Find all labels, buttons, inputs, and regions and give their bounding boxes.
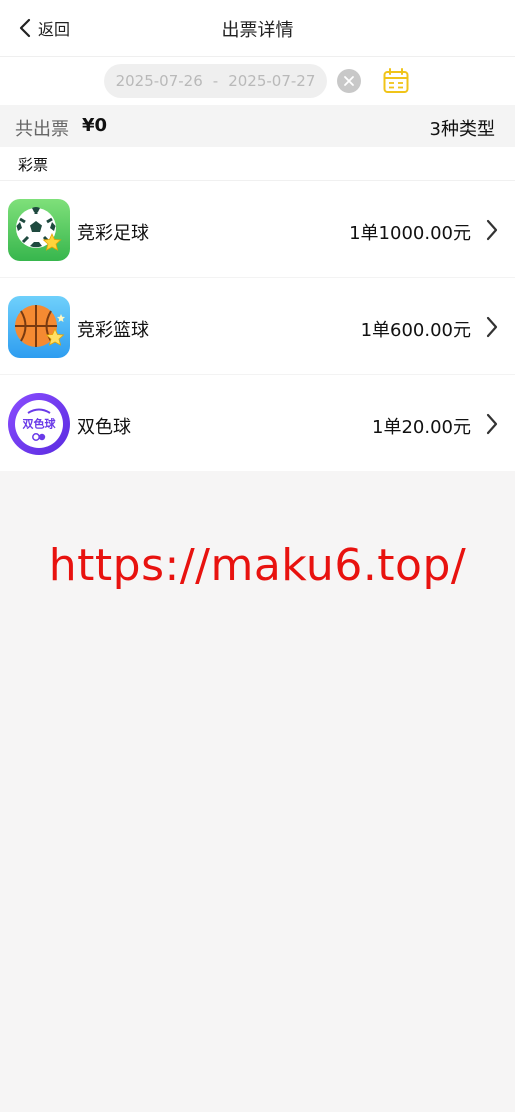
lottery-name: 竞彩足球 (77, 223, 149, 244)
ticket-summary: 共出票 ¥0 3种类型 (0, 105, 515, 147)
watermark-url: https://maku6.top/ (48, 540, 467, 591)
chevron-right-icon (486, 413, 498, 435)
list-item-football[interactable]: 竞彩足球 1单1000.00元 (0, 181, 515, 278)
section-header: 彩票 (0, 147, 515, 181)
date-end: 2025-07-27 (228, 72, 316, 90)
lottery-list: 竞彩足球 1单1000.00元 竞彩篮球 1单600.00元 双色球 双色球 1… (0, 181, 515, 471)
lottery-amount: 1单1000.00元 (349, 223, 471, 244)
chevron-right-icon (486, 316, 498, 338)
summary-label: 共出票 (15, 119, 69, 140)
list-item-double-color-ball[interactable]: 双色球 双色球 1单20.00元 (0, 375, 515, 472)
date-filter-bar: 2025-07-26 - 2025-07-27 (0, 57, 515, 105)
section-title: 彩票 (18, 156, 49, 174)
date-separator: - (212, 72, 219, 90)
soccer-ball-icon (8, 199, 70, 261)
calendar-icon[interactable] (382, 67, 410, 95)
close-icon (344, 76, 354, 86)
date-range-picker[interactable]: 2025-07-26 - 2025-07-27 (104, 64, 327, 98)
lottery-name: 双色球 (77, 417, 131, 438)
page-title: 出票详情 (221, 20, 294, 41)
lottery-amount: 1单20.00元 (372, 417, 471, 438)
lottery-name: 竞彩篮球 (77, 320, 149, 341)
date-start: 2025-07-26 (115, 72, 203, 90)
summary-types: 3种类型 (429, 119, 495, 140)
top-nav-bar: 返回 出票详情 (0, 0, 515, 57)
icon-text: 双色球 (23, 417, 57, 431)
list-item-basketball[interactable]: 竞彩篮球 1单600.00元 (0, 278, 515, 375)
double-color-ball-icon: 双色球 (8, 393, 70, 455)
basketball-icon (8, 296, 70, 358)
summary-value: ¥0 (82, 115, 108, 136)
chevron-right-icon (486, 219, 498, 241)
lottery-amount: 1单600.00元 (360, 320, 471, 341)
clear-date-button[interactable] (337, 69, 361, 93)
